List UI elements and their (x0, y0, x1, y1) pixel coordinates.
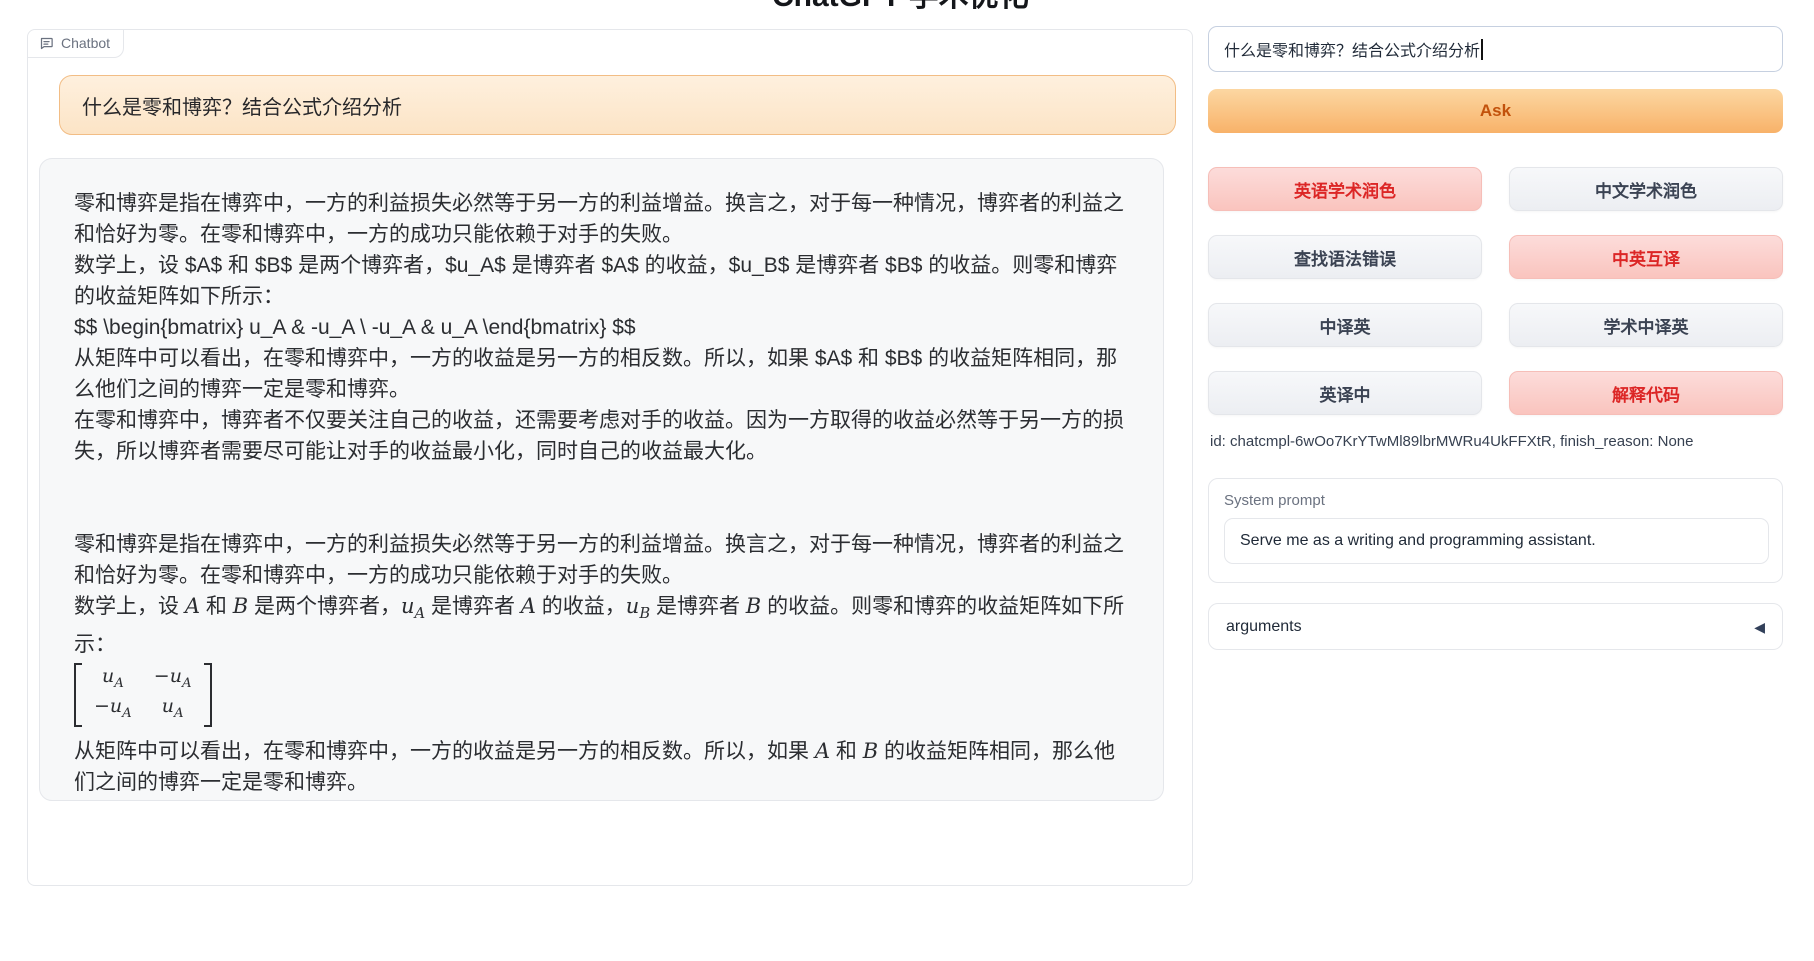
bot-paragraph: 从矩阵中可以看出，在零和博弈中，一方的收益是另一方的相反数。所以，如果 $A$ … (74, 343, 1132, 405)
chat-bubble-icon (39, 36, 54, 51)
bot-paragraph: 在零和博弈中，博弈者不仅要关注自己的收益，还需要考虑对手的收益。因为一方取得的收… (74, 405, 1132, 467)
inline-math: uA (102, 665, 124, 687)
action-button-grid: 英语学术润色中文学术润色查找语法错误中英互译中译英学术中译英英译中解释代码 (1208, 167, 1783, 415)
action-zh-to-en-button[interactable]: 中译英 (1208, 303, 1482, 347)
action-academic-zh-to-en-button[interactable]: 学术中译英 (1509, 303, 1783, 347)
inline-math: uB (626, 594, 650, 618)
inline-math: A (521, 594, 536, 618)
arguments-accordion[interactable]: arguments ◀ (1208, 603, 1783, 650)
bot-paragraph: 数学上，设 A 和 B 是两个博弈者，uA 是博弈者 A 的收益，uB 是博弈者… (74, 591, 1132, 660)
inline-math: uA (170, 665, 192, 687)
user-message-bubble: 什么是零和博弈？结合公式介绍分析 (59, 75, 1176, 135)
action-explain-code-button[interactable]: 解释代码 (1509, 371, 1783, 415)
chatbot-panel[interactable]: Chatbot 什么是零和博弈？结合公式介绍分析 零和博弈是指在博弈中，一方的利… (27, 29, 1193, 886)
action-chinese-academic-polish-button[interactable]: 中文学术润色 (1509, 167, 1783, 211)
inline-math: B (863, 739, 878, 763)
system-prompt-value: Serve me as a writing and programming as… (1240, 532, 1596, 550)
bot-paragraph: $$ \begin{bmatrix} u_A & -u_A \ -u_A & u… (74, 312, 1132, 343)
bot-paragraph: 从矩阵中可以看出，在零和博弈中，一方的收益是另一方的相反数。所以，如果 A 和 … (74, 736, 1132, 798)
bot-message-text: 零和博弈是指在博弈中，一方的利益损失必然等于另一方的利益增益。换言之，对于每一种… (74, 188, 1132, 801)
action-english-academic-polish-button[interactable]: 英语学术润色 (1208, 167, 1482, 211)
ask-button[interactable]: Ask (1208, 89, 1783, 133)
bot-paragraph: 在零和博弈中，博弈者不仅要关注自己的收益，还需要考虑对手的收益。因为一方取得的收… (74, 798, 1132, 801)
matrix-cell: uA (102, 665, 124, 695)
question-input[interactable]: 什么是零和博弈？结合公式介绍分析 (1208, 26, 1783, 72)
user-message-text: 什么是零和博弈？结合公式介绍分析 (82, 91, 402, 120)
bot-paragraph: 数学上，设 $A$ 和 $B$ 是两个博弈者，$u_A$ 是博弈者 $A$ 的收… (74, 250, 1132, 312)
inline-math: A (815, 739, 830, 763)
bot-paragraph: 零和博弈是指在博弈中，一方的利益损失必然等于另一方的利益增益。换言之，对于每一种… (74, 529, 1132, 591)
paragraph-spacer (74, 467, 1132, 529)
accordion-collapsed-arrow-icon: ◀ (1754, 620, 1765, 634)
bot-message-bubble: 零和博弈是指在博弈中，一方的利益损失必然等于另一方的利益增益。换言之，对于每一种… (39, 158, 1164, 801)
inline-math: uA (401, 594, 425, 618)
action-en-to-zh-button[interactable]: 英译中 (1208, 371, 1482, 415)
question-input-value: 什么是零和博弈？结合公式介绍分析 (1224, 37, 1480, 61)
chatbot-label-text: Chatbot (61, 35, 110, 51)
inline-math: uA (110, 695, 132, 717)
matrix-cell: uA (162, 695, 184, 725)
response-status-line: id: chatcmpl-6wOo7KrYTwMl89lbrMWRu4UkFFX… (1210, 433, 1694, 450)
page-title: ChatGPT 学术优化 (772, 0, 1029, 15)
system-prompt-input[interactable]: Serve me as a writing and programming as… (1224, 518, 1769, 564)
action-find-grammar-errors-button[interactable]: 查找语法错误 (1208, 235, 1482, 279)
arguments-accordion-label: arguments (1226, 618, 1302, 636)
system-prompt-card: System prompt Serve me as a writing and … (1208, 478, 1783, 583)
matrix-cell: −uA (154, 665, 192, 695)
page: ChatGPT 学术优化 Chatbot 什么是零和博弈？结合公式介绍分析 零和… (0, 0, 1814, 961)
matrix-cell: −uA (94, 695, 132, 725)
chatbot-label: Chatbot (28, 30, 124, 58)
inline-math: B (233, 594, 248, 618)
rendered-matrix: uA−uA−uAuA (74, 660, 1132, 736)
inline-math: uA (162, 695, 184, 717)
text-caret (1481, 39, 1483, 60)
action-zh-en-mutual-translate-button[interactable]: 中英互译 (1509, 235, 1783, 279)
inline-math: B (746, 594, 761, 618)
system-prompt-label: System prompt (1224, 492, 1767, 509)
bot-paragraph: 零和博弈是指在博弈中，一方的利益损失必然等于另一方的利益增益。换言之，对于每一种… (74, 188, 1132, 250)
inline-math: A (185, 594, 200, 618)
